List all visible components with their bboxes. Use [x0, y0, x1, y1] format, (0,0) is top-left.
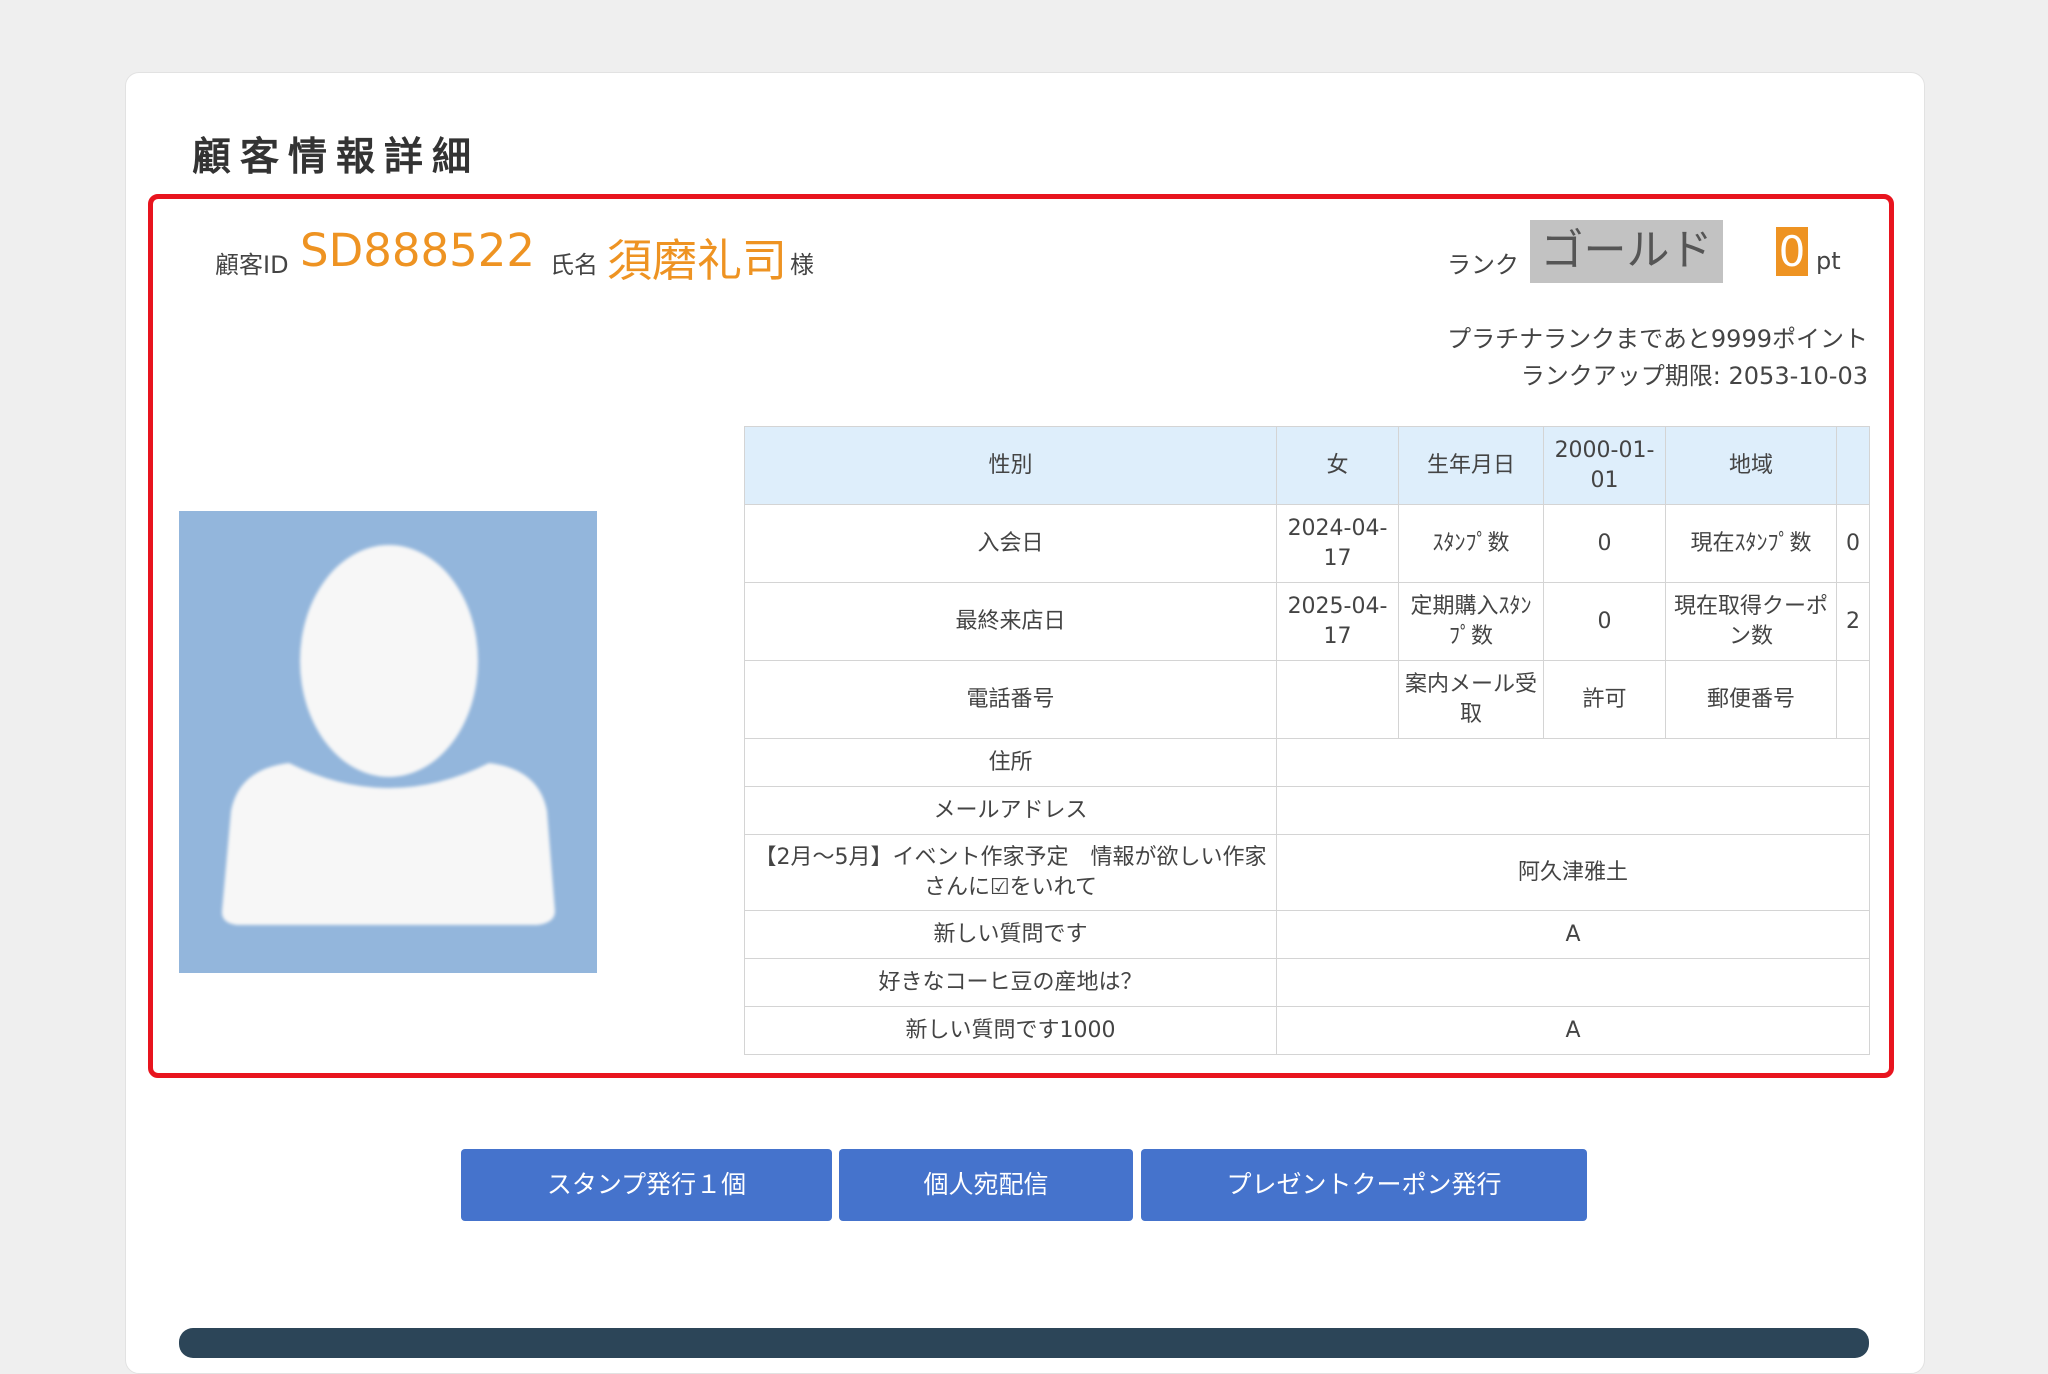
table-row: 【2月〜5月】イベント作家予定 情報が欲しい作家さんに☑をいれて 阿久津雅土: [744, 834, 1870, 911]
question-coffee-value: [1276, 958, 1870, 1007]
postal-code-value: [1836, 660, 1870, 739]
mail-optin-value: 許可: [1543, 660, 1666, 739]
question-coffee-label: 好きなコーヒ豆の産地は？: [744, 958, 1277, 1007]
points-value: 0: [1776, 227, 1808, 276]
customer-name-label: 氏名: [550, 251, 598, 279]
join-date-label: 入会日: [744, 504, 1277, 583]
current-coupon-value: 2: [1836, 582, 1870, 661]
current-stamp-label: 現在ｽﾀﾝﾌﾟ数: [1665, 504, 1837, 583]
question-1000-value: A: [1276, 1006, 1870, 1055]
rank-label: ランク: [1447, 251, 1519, 279]
region-value: [1836, 426, 1870, 505]
address-label: 住所: [744, 738, 1277, 787]
avatar: [179, 511, 597, 973]
customer-name: 須磨礼司: [607, 234, 788, 287]
rank-badge: ゴールド: [1530, 220, 1723, 283]
subscription-stamp-label: 定期購入ｽﾀﾝﾌﾟ数: [1398, 582, 1544, 661]
phone-value: [1276, 660, 1399, 739]
table-row: 新しい質問です A: [744, 910, 1870, 959]
phone-label: 電話番号: [744, 660, 1277, 739]
table-row: メールアドレス: [744, 786, 1870, 835]
table-row: 電話番号 案内メール受取 許可 郵便番号: [744, 660, 1870, 739]
question-new-label: 新しい質問です: [744, 910, 1277, 959]
page-title: 顧客情報詳細: [192, 135, 481, 180]
stamp-count-label: ｽﾀﾝﾌﾟ数: [1398, 504, 1544, 583]
email-label: メールアドレス: [744, 786, 1277, 835]
user-silhouette-icon: [221, 545, 556, 925]
customer-info-table: 性別 女 生年月日 2000-01-01 地域 入会日 2024-04-17 ｽ…: [744, 426, 1870, 1055]
next-section-header: [179, 1328, 1869, 1358]
points-unit: pt: [1816, 247, 1841, 275]
gender-value: 女: [1276, 426, 1399, 505]
mail-optin-label: 案内メール受取: [1398, 660, 1544, 739]
question-1000-label: 新しい質問です1000: [744, 1006, 1277, 1055]
birthdate-value: 2000-01-01: [1543, 426, 1666, 505]
current-stamp-value: 0: [1836, 504, 1870, 583]
region-label: 地域: [1665, 426, 1837, 505]
honorific: 様: [790, 251, 814, 279]
question-new-value: A: [1276, 910, 1870, 959]
customer-id: SD888522: [300, 224, 535, 277]
question-event-label: 【2月〜5月】イベント作家予定 情報が欲しい作家さんに☑をいれて: [744, 834, 1277, 911]
postal-code-label: 郵便番号: [1665, 660, 1837, 739]
question-event-value: 阿久津雅土: [1276, 834, 1870, 911]
table-row: 入会日 2024-04-17 ｽﾀﾝﾌﾟ数 0 現在ｽﾀﾝﾌﾟ数 0: [744, 504, 1870, 583]
present-coupon-button[interactable]: プレゼントクーポン発行: [1141, 1149, 1587, 1221]
last-visit-value: 2025-04-17: [1276, 582, 1399, 661]
email-value: [1276, 786, 1870, 835]
current-coupon-label: 現在取得クーポン数: [1665, 582, 1837, 661]
last-visit-label: 最終来店日: [744, 582, 1277, 661]
table-row: 性別 女 生年月日 2000-01-01 地域: [744, 426, 1870, 505]
issue-stamp-button[interactable]: スタンプ発行１個: [461, 1149, 832, 1221]
join-date-value: 2024-04-17: [1276, 504, 1399, 583]
table-row: 新しい質問です1000 A: [744, 1006, 1870, 1055]
table-row: 好きなコーヒ豆の産地は？: [744, 958, 1870, 1007]
customer-id-label: 顧客ID: [215, 251, 289, 279]
gender-label: 性別: [744, 426, 1277, 505]
stamp-count-value: 0: [1543, 504, 1666, 583]
birthdate-label: 生年月日: [1398, 426, 1544, 505]
rank-deadline: ランクアップ期限: 2053-10-03: [1520, 362, 1868, 390]
personal-message-button[interactable]: 個人宛配信: [839, 1149, 1133, 1221]
subscription-stamp-value: 0: [1543, 582, 1666, 661]
address-value: [1276, 738, 1870, 787]
table-row: 最終来店日 2025-04-17 定期購入ｽﾀﾝﾌﾟ数 0 現在取得クーポン数 …: [744, 582, 1870, 661]
table-row: 住所: [744, 738, 1870, 787]
next-rank-text: プラチナランクまであと9999ポイント: [1447, 325, 1868, 353]
